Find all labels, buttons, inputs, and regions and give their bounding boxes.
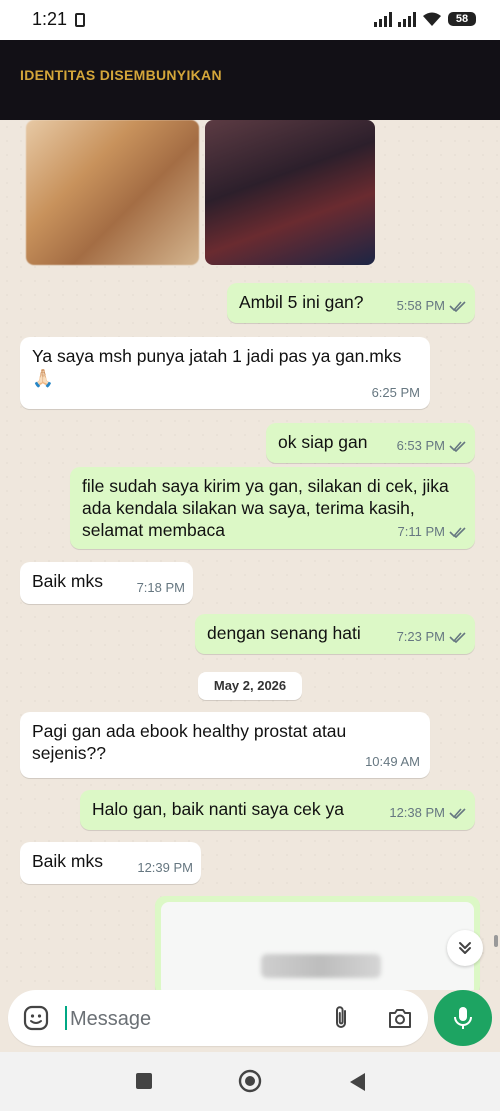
system-navigation-bar — [0, 1052, 500, 1111]
status-bar: 1:21 58 — [0, 0, 500, 40]
double-check-icon — [449, 527, 466, 538]
double-check-icon — [449, 441, 466, 452]
notification-icon — [75, 13, 85, 27]
wifi-icon — [422, 11, 442, 27]
message-meta: 5:58 PM — [397, 295, 467, 317]
message-bubble-incoming[interactable]: Ya saya msh punya jatah 1 jadi pas ya ga… — [20, 337, 430, 409]
status-icons: 58 — [374, 11, 476, 27]
home-button[interactable] — [238, 1069, 262, 1093]
message-bubble-outgoing[interactable]: dengan senang hati 7:23 PM — [195, 614, 475, 654]
message-bubble-outgoing[interactable]: ok siap gan 6:53 PM — [266, 423, 475, 463]
message-text: Ya saya msh punya jatah 1 jadi pas ya ga… — [32, 346, 402, 388]
message-meta: 12:38 PM — [389, 802, 467, 824]
text-cursor — [65, 1006, 67, 1030]
document-message[interactable] — [155, 896, 480, 990]
signal-icon-2 — [398, 11, 416, 27]
camera-icon[interactable] — [386, 1004, 414, 1032]
recent-apps-button[interactable] — [136, 1073, 152, 1089]
message-time: 12:38 PM — [389, 805, 445, 820]
message-bubble-incoming[interactable]: Baik mks 12:39 PM — [20, 842, 201, 884]
chat-header: IDENTITAS DISEMBUNYIKAN — [0, 40, 500, 120]
double-check-icon — [449, 632, 466, 643]
document-preview[interactable] — [161, 902, 474, 990]
message-time: 12:39 PM — [137, 860, 193, 875]
message-time: 5:58 PM — [396, 298, 445, 313]
message-meta: 7:23 PM — [397, 626, 467, 648]
mic-icon — [454, 1007, 472, 1029]
message-text: Ambil 5 ini gan? — [239, 292, 364, 312]
scroll-to-bottom-button[interactable] — [447, 930, 483, 966]
message-meta: 7:11 PM — [398, 521, 467, 543]
message-text: Pagi gan ada ebook healthy prostat atau … — [32, 721, 347, 763]
message-bubble-outgoing[interactable]: Ambil 5 ini gan? 5:58 PM — [227, 283, 475, 323]
document-title-redacted — [261, 954, 381, 978]
message-input-container[interactable] — [8, 990, 428, 1046]
message-bubble-outgoing[interactable]: file sudah saya kirim ya gan, silakan di… — [70, 467, 475, 549]
message-text: ok siap gan — [278, 432, 368, 452]
message-text: dengan senang hati — [207, 623, 361, 643]
status-time: 1:21 — [32, 9, 68, 29]
back-button[interactable] — [347, 1071, 367, 1093]
double-check-icon — [449, 301, 466, 312]
message-text: Baik mks — [32, 571, 103, 591]
media-thumbnail[interactable] — [26, 120, 199, 265]
chat-area[interactable]: Ambil 5 ini gan? 5:58 PM Ya saya msh pun… — [0, 120, 500, 990]
message-bubble-incoming[interactable]: Pagi gan ada ebook healthy prostat atau … — [20, 712, 430, 778]
message-time: 10:49 AM — [365, 754, 420, 769]
message-meta: 10:49 AM — [365, 751, 420, 773]
message-text: Baik mks — [32, 851, 103, 871]
message-meta: 12:39 PM — [137, 857, 193, 879]
message-input[interactable] — [68, 1002, 312, 1036]
message-time: 6:53 PM — [396, 438, 445, 453]
scrollbar[interactable] — [494, 935, 498, 947]
attach-icon[interactable] — [328, 1004, 354, 1032]
message-composer — [0, 990, 500, 1052]
message-time: 7:11 PM — [397, 524, 445, 539]
media-thumbnail[interactable] — [205, 120, 375, 265]
message-time: 6:25 PM — [371, 385, 420, 400]
date-divider: May 2, 2026 — [198, 672, 302, 700]
signal-icon — [374, 11, 392, 27]
message-text: file sudah saya kirim ya gan, silakan di… — [82, 476, 449, 540]
message-bubble-incoming[interactable]: Baik mks 7:18 PM — [20, 562, 193, 604]
chevrons-down-icon — [459, 942, 471, 954]
message-bubble-outgoing[interactable]: Halo gan, baik nanti saya cek ya 12:38 P… — [80, 790, 475, 830]
message-time: 7:23 PM — [396, 629, 445, 644]
message-text: Halo gan, baik nanti saya cek ya — [92, 799, 344, 819]
message-meta: 6:25 PM — [372, 382, 420, 404]
double-check-icon — [449, 808, 466, 819]
message-meta: 7:18 PM — [137, 577, 185, 599]
message-meta: 6:53 PM — [397, 435, 467, 457]
voice-record-button[interactable] — [434, 990, 492, 1046]
chat-title[interactable]: IDENTITAS DISEMBUNYIKAN — [20, 67, 222, 83]
message-time: 7:18 PM — [136, 580, 185, 595]
battery-icon: 58 — [448, 12, 476, 26]
sticker-icon[interactable] — [22, 1004, 50, 1032]
